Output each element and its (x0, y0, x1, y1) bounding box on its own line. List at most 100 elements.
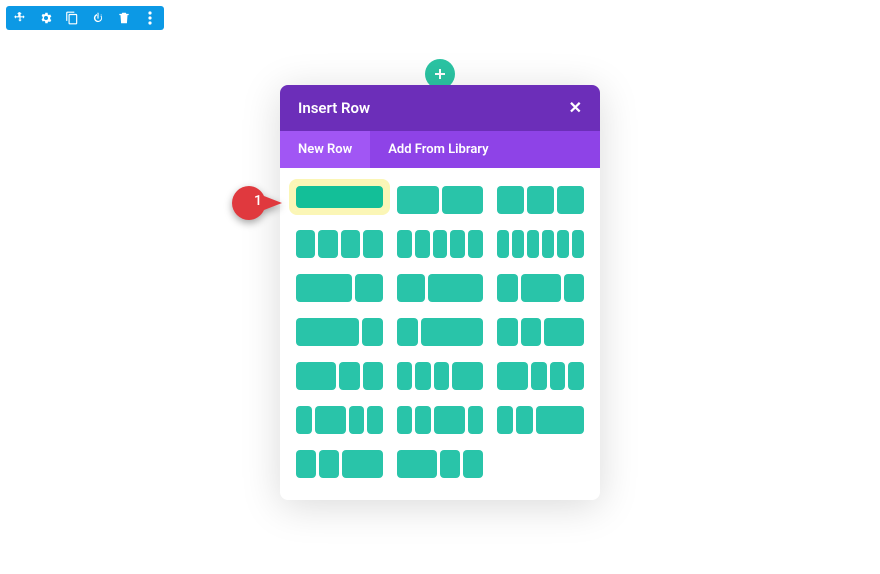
layout-option-2-1-1-1[interactable] (497, 362, 584, 390)
duplicate-icon[interactable] (64, 10, 80, 26)
layout-col (415, 362, 431, 390)
layout-col (568, 362, 584, 390)
layout-col (339, 362, 359, 390)
layout-col (367, 406, 383, 434)
layout-option-fifths[interactable] (397, 230, 484, 258)
modal-title: Insert Row (298, 99, 370, 117)
layout-col (521, 274, 561, 302)
layout-option-2-1[interactable] (296, 274, 383, 302)
layout-option-3-1[interactable] (296, 318, 383, 346)
modal-tabs: New Row Add From Library (280, 131, 600, 168)
layout-col (296, 362, 336, 390)
layout-option-2-1-1[interactable] (296, 362, 383, 390)
layout-col (319, 450, 339, 478)
layout-col (521, 318, 541, 346)
layout-col (544, 318, 584, 346)
layout-col (450, 230, 465, 258)
layout-option-1-1-3[interactable] (497, 406, 584, 434)
annotation-marker: 1 (232, 186, 282, 220)
layout-option-1-3[interactable] (397, 318, 484, 346)
layout-option-1-2-1[interactable] (497, 274, 584, 302)
layout-col (433, 230, 448, 258)
layout-col (463, 450, 483, 478)
layout-col (434, 406, 465, 434)
layout-col (497, 318, 517, 346)
close-icon[interactable]: ✕ (569, 100, 582, 116)
layout-col (296, 406, 312, 434)
layout-option-thirds[interactable] (497, 186, 584, 214)
power-icon[interactable] (90, 10, 106, 26)
layout-col (497, 274, 517, 302)
layout-col (542, 230, 554, 258)
layout-col (527, 230, 539, 258)
layout-option-1-1-2-1[interactable] (397, 406, 484, 434)
layout-col (516, 406, 532, 434)
layout-col (452, 362, 483, 390)
layout-col (527, 186, 554, 214)
settings-icon[interactable] (38, 10, 54, 26)
layout-col (397, 186, 439, 214)
layout-col (531, 362, 547, 390)
layout-col (296, 318, 359, 346)
layout-col (296, 186, 383, 208)
layout-col (296, 450, 316, 478)
layout-grid (280, 168, 600, 500)
layout-col (497, 362, 528, 390)
layout-option-sixths[interactable] (497, 230, 584, 258)
layout-col (440, 450, 460, 478)
layout-col (468, 406, 484, 434)
tab-new-row[interactable]: New Row (280, 131, 370, 168)
layout-col (550, 362, 566, 390)
section-toolbar (6, 6, 164, 30)
layout-col (397, 274, 425, 302)
layout-col (362, 318, 383, 346)
layout-col (497, 186, 524, 214)
layout-option-1-1-1-2[interactable] (397, 362, 484, 390)
annotation-number: 1 (254, 193, 262, 209)
layout-col (572, 230, 584, 258)
layout-option-quarters[interactable] (296, 230, 383, 258)
layout-col (397, 406, 413, 434)
layout-option-half-half[interactable] (397, 186, 484, 214)
layout-col (536, 406, 584, 434)
layout-col (296, 230, 315, 258)
layout-col (363, 230, 382, 258)
layout-col (442, 186, 484, 214)
layout-col (415, 230, 430, 258)
layout-col (434, 362, 450, 390)
layout-option-1-1-2[interactable] (497, 318, 584, 346)
layout-col (497, 230, 509, 258)
layout-col (512, 230, 524, 258)
insert-row-modal: Insert Row ✕ New Row Add From Library (280, 85, 600, 500)
layout-col (557, 230, 569, 258)
layout-col (315, 406, 346, 434)
layout-option-1-2-1-1[interactable] (296, 406, 383, 434)
layout-col (349, 406, 365, 434)
more-icon[interactable] (142, 10, 158, 26)
move-icon[interactable] (12, 10, 28, 26)
layout-col (342, 450, 382, 478)
layout-option-1-1-2b[interactable] (296, 450, 383, 478)
layout-col (421, 318, 484, 346)
trash-icon[interactable] (116, 10, 132, 26)
layout-col (428, 274, 484, 302)
layout-col (557, 186, 584, 214)
layout-col (564, 274, 584, 302)
layout-col (497, 406, 513, 434)
layout-col (341, 230, 360, 258)
layout-option-1-2[interactable] (397, 274, 484, 302)
layout-col (296, 274, 352, 302)
layout-col (415, 406, 431, 434)
tab-add-from-library[interactable]: Add From Library (370, 131, 506, 168)
layout-col (397, 230, 412, 258)
layout-col (468, 230, 483, 258)
layout-col (397, 450, 437, 478)
layout-option-2-1-1b[interactable] (397, 450, 484, 478)
layout-col (318, 230, 337, 258)
layout-option-full[interactable] (293, 183, 386, 211)
modal-header: Insert Row ✕ (280, 85, 600, 131)
layout-col (355, 274, 383, 302)
layout-col (397, 362, 413, 390)
layout-col (397, 318, 418, 346)
layout-col (363, 362, 383, 390)
